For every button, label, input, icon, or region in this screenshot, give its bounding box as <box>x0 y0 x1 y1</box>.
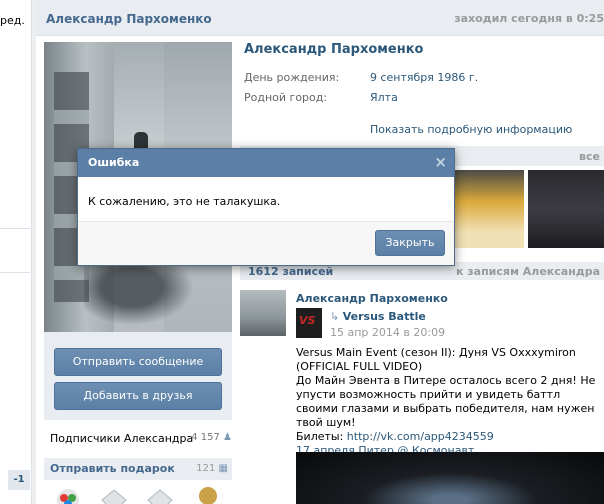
post-video-thumbnail[interactable] <box>296 452 604 504</box>
post-author[interactable]: Александр Пархоменко <box>296 292 448 305</box>
avatar-column: Отправить сообщение Добавить в друзья По… <box>44 42 232 504</box>
vs-logo: VS <box>299 314 316 327</box>
repost-source[interactable]: ↳ Versus Battle <box>330 310 426 323</box>
more-info-link[interactable]: Показать подробную информацию <box>370 123 572 136</box>
post-text-line: Versus Main Event (сезон II): Дуня VS Ox… <box>296 346 576 373</box>
more-info-row: Показать подробную информацию <box>244 111 604 136</box>
left-strip: ред. -1 <box>0 0 32 504</box>
post-author-avatar[interactable] <box>240 290 286 336</box>
dialog-header: Ошибка × <box>78 149 454 177</box>
people-icon: ♟ <box>223 432 232 443</box>
gifts-header[interactable]: Отправить подарок 121 ▦ <box>44 458 232 480</box>
gifts-list <box>44 480 232 504</box>
info-value[interactable]: 9 сентября 1986 г. <box>370 71 478 84</box>
error-dialog: Ошибка × К сожалению, это не талакушка. … <box>77 148 455 266</box>
gramophone-gift-icon[interactable] <box>192 486 220 504</box>
gifts-label: Отправить подарок <box>50 462 175 475</box>
info-row-birthday: День рождения: 9 сентября 1986 г. <box>244 71 604 91</box>
gift-icon[interactable] <box>54 486 82 504</box>
photos-all-link[interactable]: все <box>579 150 600 163</box>
wall-link[interactable]: к записям Александра <box>456 265 600 278</box>
subscribers-label: Подписчики Александра <box>50 432 194 445</box>
dialog-title: Ошибка <box>88 156 140 169</box>
repost-icon: ↳ <box>330 310 343 323</box>
edit-label[interactable]: ред. <box>0 14 25 27</box>
subscribers-count: 4 157 ♟ <box>191 432 232 443</box>
diamond-gift-icon[interactable] <box>100 486 128 504</box>
subscribers-row[interactable]: Подписчики Александра 4 157 ♟ <box>44 432 232 448</box>
page-title: Александр Пархоменко <box>244 42 424 57</box>
dialog-footer: Закрыть <box>78 221 454 265</box>
add-friend-button[interactable]: Добавить в друзья <box>54 382 222 410</box>
info-key: Родной город: <box>244 91 328 104</box>
tickets-link[interactable]: http://vk.com/app4234559 <box>347 430 494 443</box>
close-icon[interactable]: × <box>434 153 447 171</box>
close-button[interactable]: Закрыть <box>375 230 445 256</box>
last-seen: заходил сегодня в 0:25 <box>454 12 604 25</box>
post-text: Versus Main Event (сезон II): Дуня VS Ox… <box>296 346 602 458</box>
dialog-message: К сожалению, это не талакушка. <box>88 195 281 208</box>
info-value[interactable]: Ялта <box>370 91 398 104</box>
post-tickets-line: Билеты: http://vk.com/app4234559 <box>296 430 494 443</box>
gifts-count: 121 ▦ <box>196 463 228 474</box>
post-date[interactable]: 15 апр 2014 в 20:09 <box>330 326 445 339</box>
wall-count[interactable]: 1612 записей <box>248 265 333 278</box>
profile-header: Александр Пархоменко заходил сегодня в 0… <box>36 0 604 36</box>
repost-source-avatar[interactable]: VS <box>296 308 322 338</box>
header-name[interactable]: Александр Пархоменко <box>46 12 212 26</box>
action-buttons: Отправить сообщение Добавить в друзья <box>44 332 232 420</box>
profile-info: Александр Пархоменко День рождения: 9 се… <box>244 42 604 136</box>
grid-icon: ▦ <box>218 463 228 474</box>
divider <box>0 272 30 273</box>
divider <box>0 228 30 229</box>
post-text-line: До Майн Эвента в Питере осталось всего 2… <box>296 374 596 429</box>
info-key: День рождения: <box>244 71 340 84</box>
diamond-gift-icon[interactable] <box>146 486 174 504</box>
send-message-button[interactable]: Отправить сообщение <box>54 348 222 376</box>
photo-thumb[interactable] <box>528 170 604 248</box>
photo-thumb[interactable] <box>454 170 524 248</box>
info-row-hometown: Родной город: Ялта <box>244 91 604 111</box>
minus-badge[interactable]: -1 <box>8 470 30 490</box>
